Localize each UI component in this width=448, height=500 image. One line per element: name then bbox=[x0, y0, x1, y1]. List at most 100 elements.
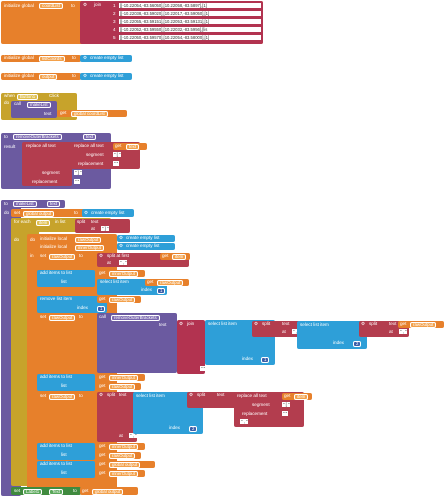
component-dropdown[interactable]: Label1 bbox=[23, 489, 43, 495]
join-row-string[interactable]: [[-10.22052,-83.59550],[10.22032,-83.595… bbox=[119, 27, 261, 32]
var-name-field[interactable]: coordList bbox=[39, 3, 63, 9]
gear-icon[interactable]: ⚙ bbox=[254, 321, 258, 327]
gear-icon[interactable]: ⚙ bbox=[83, 55, 87, 61]
var-dropdown[interactable]: innerOutput bbox=[109, 375, 138, 381]
create-empty-list-block[interactable]: ⚙ create empty list bbox=[80, 55, 132, 62]
var-dropdown[interactable]: rawOutput bbox=[109, 384, 136, 390]
var-dropdown[interactable]: rawOutput bbox=[410, 322, 437, 328]
var-dropdown[interactable]: text bbox=[126, 144, 140, 150]
loop-var-field[interactable]: item bbox=[36, 220, 51, 226]
var-dropdown[interactable]: rawOutput bbox=[157, 280, 184, 286]
gear-icon[interactable]: ⚙ bbox=[84, 210, 88, 216]
index-number[interactable]: 1 bbox=[97, 306, 106, 312]
split-block[interactable]: ⚙ split text bbox=[187, 392, 237, 408]
join-row-string[interactable]: [[-10.22050,-83.59570],[10.22054,-83.580… bbox=[119, 35, 261, 40]
var-dropdown[interactable]: innerOutput bbox=[109, 471, 138, 477]
get-raw-block[interactable]: get rawOutput bbox=[97, 296, 141, 303]
init-listcoords-block[interactable]: initialize global listCoords to bbox=[1, 55, 81, 62]
get-item-block[interactable]: get item bbox=[282, 393, 312, 400]
component-dropdown[interactable]: Button1 bbox=[17, 94, 39, 100]
var-dropdown[interactable]: global output bbox=[109, 462, 141, 468]
at-string[interactable]: " , " bbox=[119, 260, 128, 265]
init-output-block[interactable]: initialize global output to bbox=[1, 73, 81, 80]
set-label-text-block[interactable]: set Label1 Text to bbox=[11, 487, 81, 495]
gear-icon[interactable]: ⚙ bbox=[361, 321, 365, 327]
gear-icon[interactable]: ⚙ bbox=[189, 392, 193, 398]
gear-icon[interactable]: ⚙ bbox=[83, 73, 87, 79]
create-empty-list-block[interactable]: ⚙ create empty list bbox=[117, 243, 175, 250]
get-item-block[interactable]: get item bbox=[160, 253, 190, 260]
var-dropdown[interactable]: rawOutput bbox=[49, 254, 76, 260]
var-dropdown[interactable]: rawOutput bbox=[109, 453, 136, 459]
var-dropdown[interactable]: global output bbox=[92, 489, 124, 495]
create-empty-list-block[interactable]: ⚙ create empty list bbox=[117, 235, 175, 242]
get-raw-block[interactable]: get rawOutput bbox=[97, 452, 141, 459]
gear-icon[interactable]: ⚙ bbox=[179, 321, 183, 327]
init-local-header[interactable]: initialize local rawOutput initialize lo… bbox=[37, 235, 117, 251]
segment-string[interactable]: " [ " bbox=[113, 152, 122, 157]
get-block[interactable]: get global coordList bbox=[57, 110, 127, 117]
index-number[interactable]: 1 bbox=[261, 357, 270, 363]
var-dropdown[interactable]: innerOutput bbox=[109, 444, 138, 450]
create-empty-list-block[interactable]: ⚙ create empty list bbox=[82, 209, 134, 217]
set-output-block[interactable]: set global output to bbox=[11, 209, 87, 217]
replacement-string[interactable]: " " bbox=[113, 161, 120, 166]
gear-icon[interactable]: ⚙ bbox=[99, 253, 103, 259]
at-string[interactable]: " ] " bbox=[101, 226, 110, 231]
var-dropdown[interactable]: global output bbox=[23, 211, 55, 217]
index-number[interactable]: 2 bbox=[353, 341, 362, 347]
param-field[interactable]: text bbox=[47, 201, 61, 207]
gear-icon[interactable]: ⚙ bbox=[99, 392, 103, 398]
get-raw-block[interactable]: get rawOutput bbox=[145, 279, 189, 286]
get-text-block[interactable]: get text bbox=[113, 143, 147, 150]
var-dropdown[interactable]: rawOutput bbox=[49, 394, 76, 400]
set-rawoutput-block[interactable]: set rawOutput to bbox=[37, 252, 87, 262]
var-dropdown[interactable]: innerOutput bbox=[109, 271, 138, 277]
set-rawoutput-block[interactable]: set rawOutput to bbox=[37, 313, 97, 373]
create-empty-list-block[interactable]: ⚙ create empty list bbox=[80, 73, 132, 80]
index-number[interactable]: 1 bbox=[157, 288, 166, 294]
get-inner-block[interactable]: get innerOutput bbox=[97, 443, 145, 450]
var-dropdown[interactable]: global coordList bbox=[71, 111, 108, 117]
join-row-string[interactable]: [[-10.22054,-83.56050],[10.22058,-83.589… bbox=[119, 3, 261, 8]
segment-string[interactable]: " ] " bbox=[74, 170, 83, 175]
var-dropdown[interactable]: rawOutput bbox=[49, 315, 76, 321]
var-name-field[interactable]: output bbox=[39, 74, 58, 80]
get-output-block[interactable]: get global output bbox=[80, 487, 138, 495]
at-string[interactable]: " , " bbox=[240, 419, 249, 424]
call-makelist-block[interactable]: call makeList text bbox=[11, 101, 57, 118]
set-rawoutput-block[interactable]: set rawOutput to bbox=[37, 392, 97, 442]
var-name-field[interactable]: listCoords bbox=[39, 56, 65, 62]
get-output-block[interactable]: get global output bbox=[97, 461, 155, 468]
segment-string[interactable]: " [ " bbox=[282, 402, 291, 407]
get-inner-block[interactable]: get innerOutput bbox=[97, 270, 145, 277]
call-removeouterbrackets-block[interactable]: call removeOuterBrackets text bbox=[97, 313, 177, 373]
at-string[interactable]: " , " bbox=[399, 329, 408, 334]
get-raw-block[interactable]: get rawOutput bbox=[398, 321, 444, 328]
replacement-string[interactable]: " " bbox=[282, 411, 289, 416]
add-items-block[interactable]: add items to list list bbox=[37, 461, 95, 478]
add-items-block[interactable]: add items to list list bbox=[37, 374, 95, 391]
procedure-name-field[interactable]: removeOuterBrackets bbox=[13, 134, 62, 140]
join-row-string[interactable]: [[-10.22055,-83.59151],[10.22053,-83.591… bbox=[119, 19, 261, 24]
replacement-string[interactable]: " " bbox=[74, 179, 81, 184]
local-var-field[interactable]: rawOutput bbox=[75, 237, 102, 243]
split-block[interactable]: ⚙ split text at " , " bbox=[252, 321, 302, 337]
procedure-name-field[interactable]: makeList bbox=[13, 201, 37, 207]
var-dropdown[interactable]: item bbox=[172, 254, 187, 260]
var-dropdown[interactable]: rawOutput bbox=[109, 297, 136, 303]
procedure-dropdown[interactable]: makeList bbox=[27, 102, 51, 108]
local-var-field[interactable]: innerOutput bbox=[75, 245, 104, 251]
param-field[interactable]: text bbox=[83, 134, 97, 140]
split-block[interactable]: split text at " ] " bbox=[75, 219, 130, 233]
property-dropdown[interactable]: Text bbox=[49, 489, 64, 495]
join-row-string[interactable]: [[-10.22038,-83.59020],[10.22017,-83.590… bbox=[119, 11, 261, 16]
replace-all-outer-block[interactable]: replace all text segment replacement bbox=[22, 142, 72, 186]
procedure-header[interactable]: to makeList text bbox=[1, 200, 65, 208]
gear-icon[interactable]: ⚙ bbox=[119, 235, 123, 241]
select-list-item-block[interactable]: select list item index 2 bbox=[297, 321, 367, 349]
index-number[interactable]: 2 bbox=[189, 426, 198, 432]
join-string[interactable]: " " bbox=[200, 366, 207, 371]
gear-icon[interactable]: ⚙ bbox=[83, 2, 87, 8]
var-dropdown[interactable]: item bbox=[294, 394, 309, 400]
